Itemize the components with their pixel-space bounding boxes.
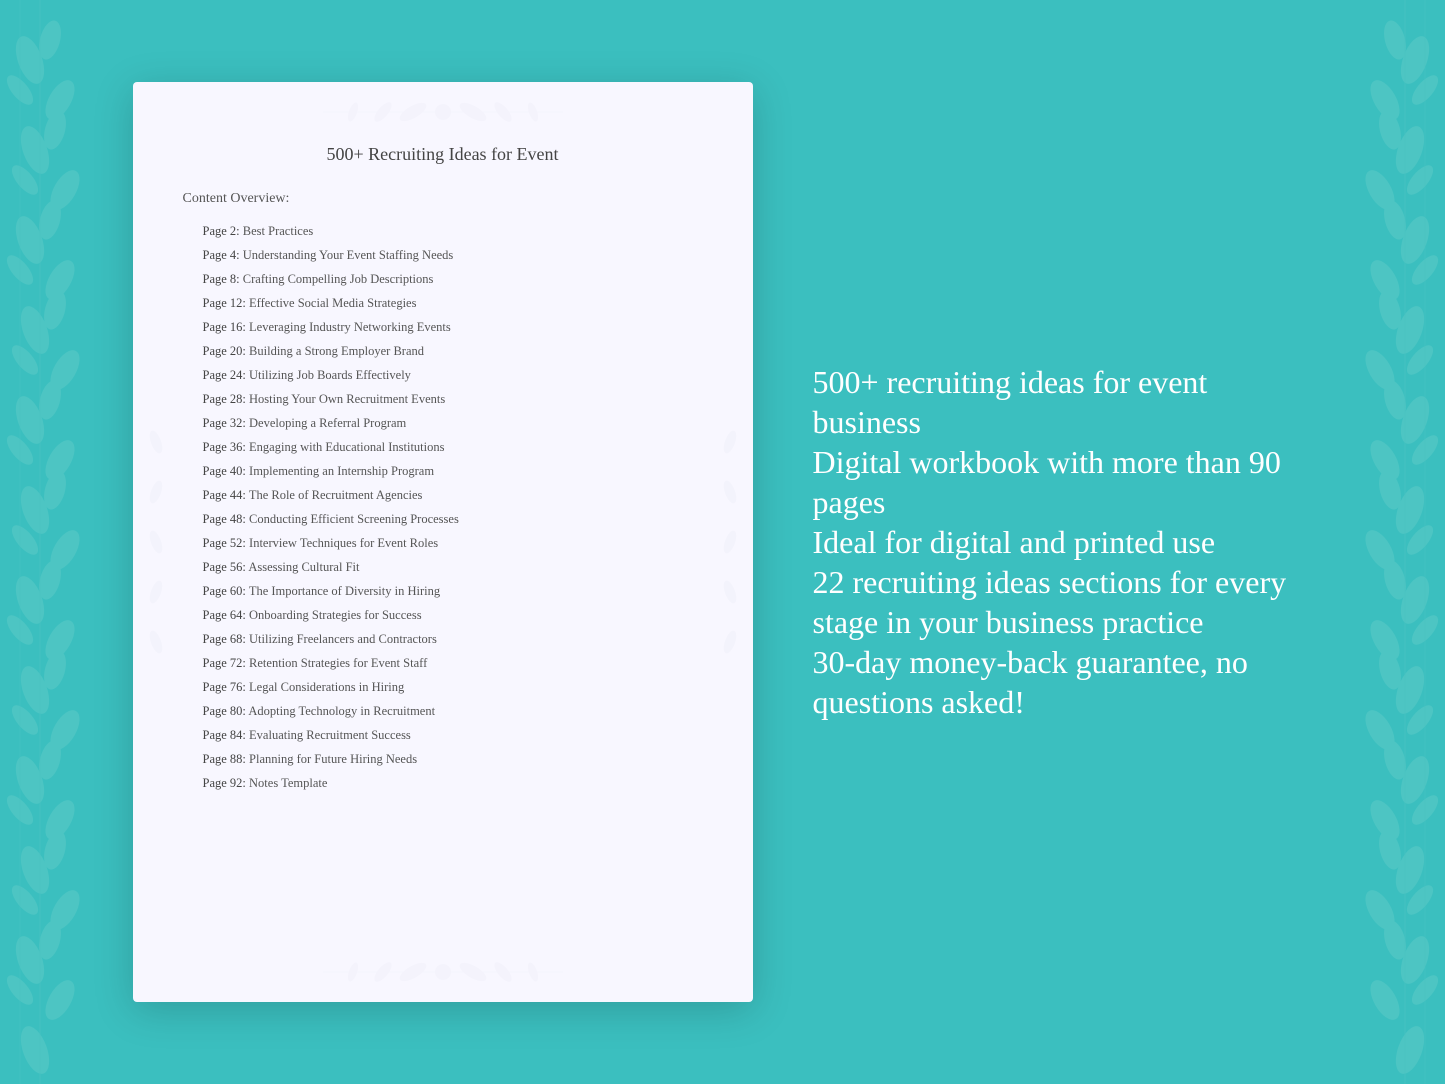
doc-ornament-top	[293, 92, 593, 132]
toc-item: Page 72: Retention Strategies for Event …	[203, 651, 703, 675]
features-list: 500+ recruiting ideas for event business…	[813, 362, 1313, 722]
toc-item: Page 48: Conducting Efficient Screening …	[203, 507, 703, 531]
features-panel: 500+ recruiting ideas for event business…	[813, 362, 1313, 722]
feature-item: 30-day money-back guarantee, no question…	[813, 642, 1313, 722]
toc-item: Page 68: Utilizing Freelancers and Contr…	[203, 627, 703, 651]
feature-item: 500+ recruiting ideas for event business	[813, 362, 1313, 442]
toc-item: Page 4: Understanding Your Event Staffin…	[203, 243, 703, 267]
toc-item: Page 16: Leveraging Industry Networking …	[203, 315, 703, 339]
toc-item: Page 64: Onboarding Strategies for Succe…	[203, 603, 703, 627]
toc-item: Page 76: Legal Considerations in Hiring	[203, 675, 703, 699]
toc-item: Page 40: Implementing an Internship Prog…	[203, 459, 703, 483]
feature-item: 22 recruiting ideas sections for every s…	[813, 562, 1313, 642]
toc-item: Page 36: Engaging with Educational Insti…	[203, 435, 703, 459]
feature-item: Digital workbook with more than 90 pages	[813, 442, 1313, 522]
doc-ornament-side-left	[141, 392, 171, 692]
document-mockup: 500+ Recruiting Ideas for Event Content …	[133, 82, 753, 1002]
toc-item: Page 44: The Role of Recruitment Agencie…	[203, 483, 703, 507]
doc-ornament-bottom	[293, 952, 593, 992]
toc-item: Page 8: Crafting Compelling Job Descript…	[203, 267, 703, 291]
toc-item: Page 84: Evaluating Recruitment Success	[203, 723, 703, 747]
toc-item: Page 52: Interview Techniques for Event …	[203, 531, 703, 555]
table-of-contents: Page 2: Best PracticesPage 4: Understand…	[183, 219, 703, 795]
main-container: 500+ Recruiting Ideas for Event Content …	[0, 0, 1445, 1084]
toc-item: Page 60: The Importance of Diversity in …	[203, 579, 703, 603]
toc-item: Page 92: Notes Template	[203, 771, 703, 795]
toc-item: Page 32: Developing a Referral Program	[203, 411, 703, 435]
toc-item: Page 28: Hosting Your Own Recruitment Ev…	[203, 387, 703, 411]
toc-item: Page 88: Planning for Future Hiring Need…	[203, 747, 703, 771]
content-overview-label: Content Overview:	[183, 191, 703, 207]
feature-item: Ideal for digital and printed use	[813, 522, 1313, 562]
doc-ornament-side-right	[715, 392, 745, 692]
toc-item: Page 2: Best Practices	[203, 219, 703, 243]
toc-item: Page 12: Effective Social Media Strategi…	[203, 291, 703, 315]
toc-item: Page 20: Building a Strong Employer Bran…	[203, 339, 703, 363]
toc-item: Page 80: Adopting Technology in Recruitm…	[203, 699, 703, 723]
document-title: 500+ Recruiting Ideas for Event	[183, 142, 703, 167]
toc-item: Page 56: Assessing Cultural Fit	[203, 555, 703, 579]
toc-item: Page 24: Utilizing Job Boards Effectivel…	[203, 363, 703, 387]
